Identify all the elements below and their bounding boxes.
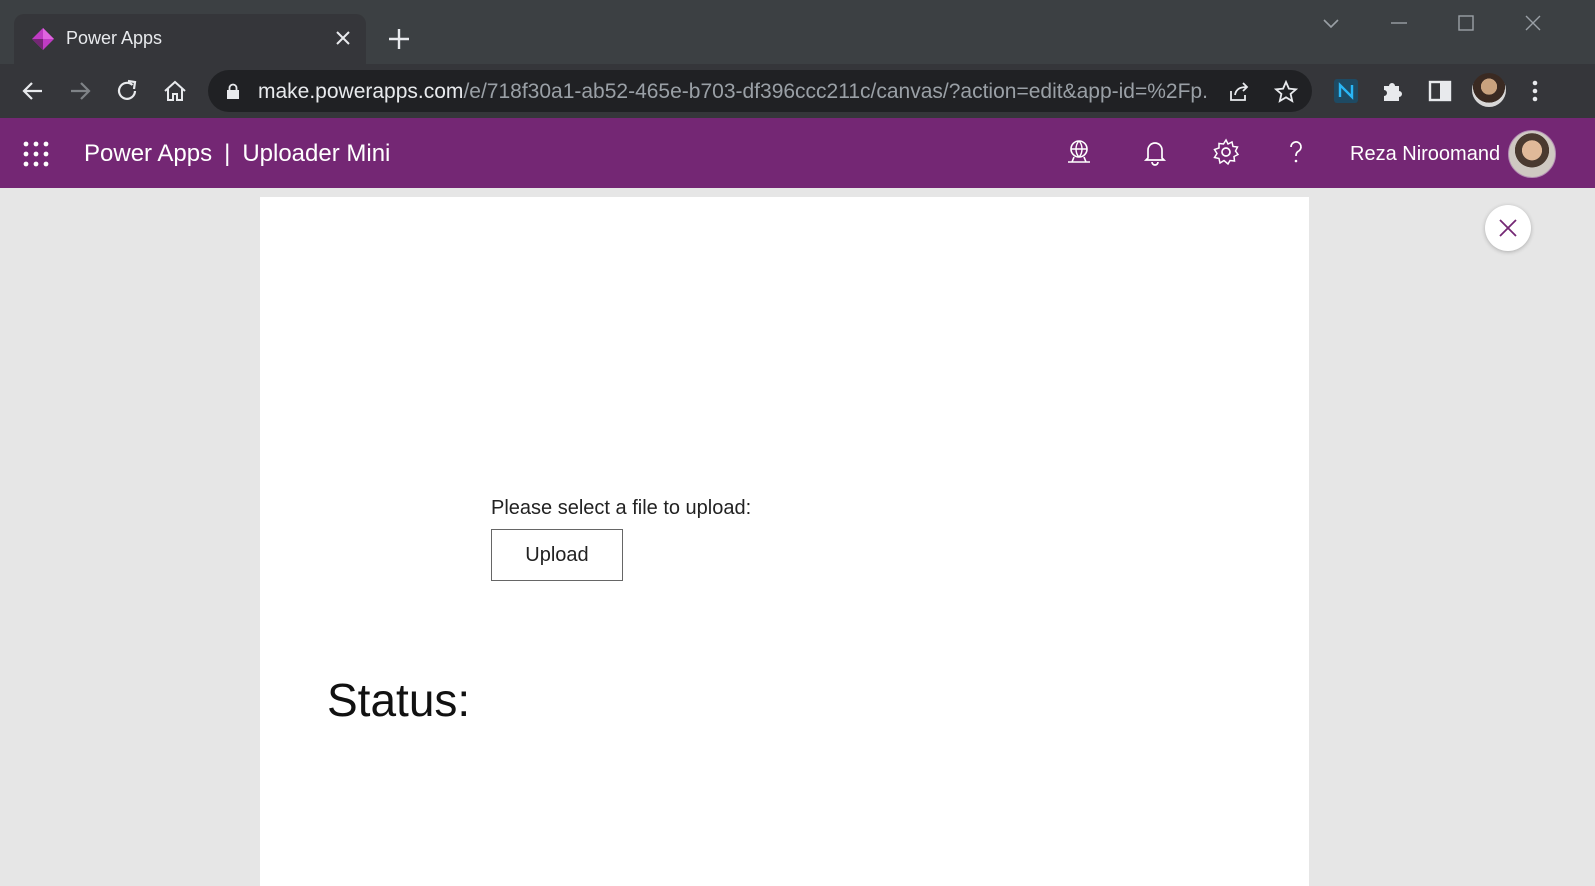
environment-icon[interactable] xyxy=(1065,138,1093,166)
help-icon[interactable] xyxy=(1282,138,1310,166)
upload-prompt-label: Please select a file to upload: xyxy=(491,497,752,519)
app-name: Uploader Mini xyxy=(242,140,391,167)
kebab-menu-icon[interactable] xyxy=(1521,77,1549,105)
new-tab-plus-icon[interactable] xyxy=(386,26,412,52)
power-apps-favicon-icon xyxy=(32,28,54,50)
gear-icon[interactable] xyxy=(1212,138,1240,166)
waffle-icon[interactable] xyxy=(22,140,50,168)
tab-search-chevron-down-icon[interactable] xyxy=(1318,10,1344,36)
bell-icon[interactable] xyxy=(1141,138,1169,166)
extension-n-icon[interactable] xyxy=(1332,77,1360,105)
home-icon[interactable] xyxy=(161,77,189,105)
minimize-icon[interactable] xyxy=(1386,10,1412,36)
close-window-icon[interactable] xyxy=(1520,10,1546,36)
url-path: /e/718f30a1-ab52-465e-b703-df396ccc211c/… xyxy=(463,80,1208,103)
back-icon[interactable] xyxy=(19,77,47,105)
maximize-icon[interactable] xyxy=(1453,10,1479,36)
product-name[interactable]: Power Apps xyxy=(84,140,212,167)
share-icon[interactable] xyxy=(1227,80,1251,104)
star-icon[interactable] xyxy=(1274,80,1298,104)
sidebar-icon[interactable] xyxy=(1426,77,1454,105)
address-bar[interactable]: make.powerapps.com/e/718f30a1-ab52-465e-… xyxy=(208,70,1312,112)
browser-titlebar: Power Apps xyxy=(0,0,1595,64)
close-tab-icon[interactable] xyxy=(332,27,354,49)
url-text[interactable]: make.powerapps.com/e/718f30a1-ab52-465e-… xyxy=(258,80,1208,104)
app-title: Power Apps | Uploader Mini xyxy=(84,140,390,168)
browser-toolbar: make.powerapps.com/e/718f30a1-ab52-465e-… xyxy=(0,64,1595,118)
forward-icon[interactable] xyxy=(66,77,94,105)
reload-icon[interactable] xyxy=(113,77,141,105)
status-label: Status: xyxy=(327,674,471,726)
close-icon xyxy=(1499,219,1517,237)
app-screen: Please select a file to upload: Upload S… xyxy=(260,197,1309,886)
upload-button[interactable]: Upload xyxy=(491,529,623,581)
app-preview-area: Please select a file to upload: Upload S… xyxy=(0,188,1595,886)
user-name[interactable]: Reza Niroomand xyxy=(1350,143,1500,166)
puzzle-icon[interactable] xyxy=(1379,77,1407,105)
user-avatar[interactable] xyxy=(1508,130,1556,178)
browser-profile-avatar[interactable] xyxy=(1472,73,1506,107)
browser-tab[interactable]: Power Apps xyxy=(14,14,366,64)
tab-title: Power Apps xyxy=(66,28,163,48)
lock-icon[interactable] xyxy=(225,83,241,99)
power-apps-header: Power Apps | Uploader Mini Reza Niroomand xyxy=(0,118,1595,188)
title-separator: | xyxy=(224,140,231,167)
close-preview-button[interactable] xyxy=(1485,205,1531,251)
url-host: make.powerapps.com xyxy=(258,80,464,103)
